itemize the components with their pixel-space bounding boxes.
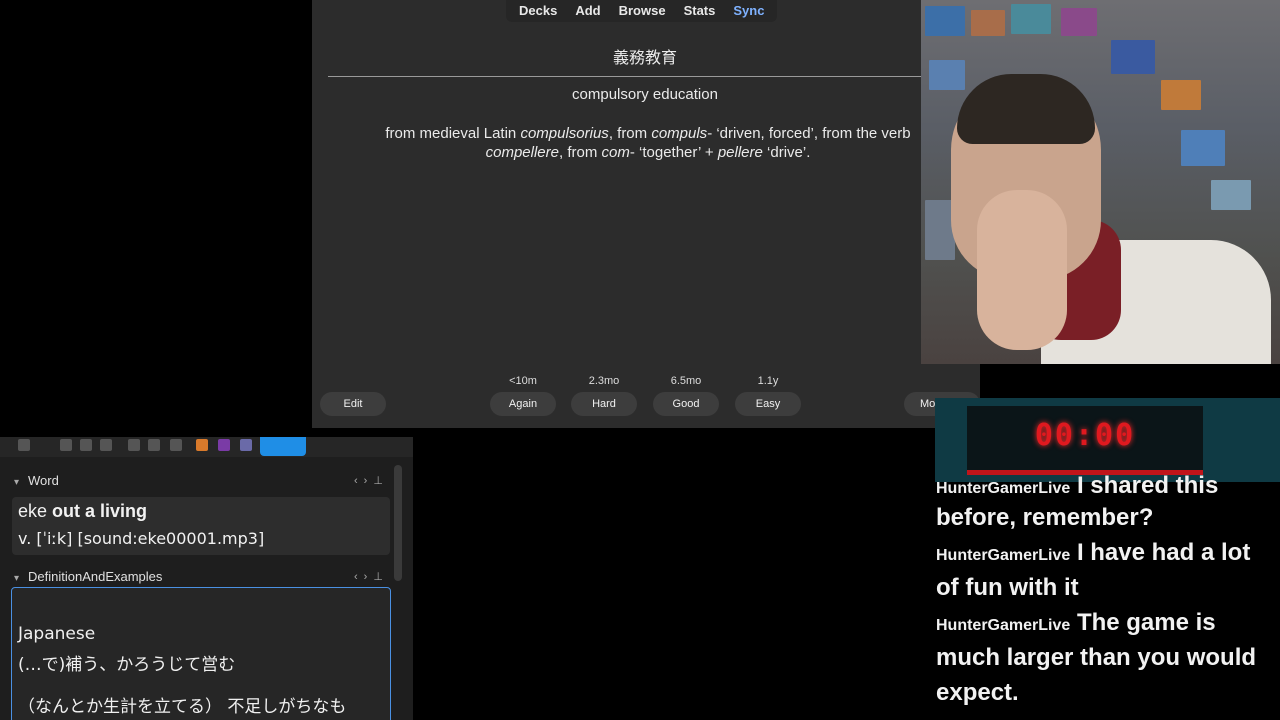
chat-line: HunterGamerLive I shared this — [936, 472, 1218, 500]
chat-text: I have had a lot — [1076, 539, 1251, 566]
etymology-part: compulsorius — [520, 125, 609, 142]
editor-toolbar — [0, 437, 413, 457]
card-divider — [328, 76, 922, 77]
easy-button[interactable]: Easy — [735, 392, 801, 416]
chat-line: expect. — [936, 679, 1019, 707]
again-interval: <10m — [509, 375, 537, 387]
chat-username: HunterGamerLive — [936, 547, 1071, 564]
easy-interval: 1.1y — [757, 375, 779, 387]
review-window: Decks Add Browse Stats Sync 義務教育 compuls… — [312, 0, 980, 428]
nav-stats[interactable]: Stats — [675, 0, 725, 22]
def-line-3: （なんとか生計を立てる） 不足しがちなも — [18, 697, 347, 717]
chat-text: expect. — [936, 679, 1019, 706]
word-plain-text: eke — [18, 501, 53, 521]
definition-field-tools[interactable]: ‹›⊥ — [354, 570, 389, 583]
nav-decks[interactable]: Decks — [510, 0, 566, 22]
numbered-list-icon[interactable] — [80, 439, 92, 451]
chat-username: HunterGamerLive — [936, 480, 1071, 497]
chat-line: HunterGamerLive The game is — [936, 609, 1216, 637]
timer-display: 00:00 — [967, 406, 1203, 475]
eraser-icon[interactable] — [18, 439, 30, 451]
word-bold-text: out a living — [52, 501, 148, 521]
etymology-part: compellere — [485, 144, 559, 161]
chat-text: of fun with it — [936, 574, 1079, 601]
chat-line: of fun with it — [936, 574, 1079, 602]
addon-purple-icon[interactable] — [218, 439, 230, 451]
chat-line: before, remember? — [936, 504, 1153, 532]
def-line-1: Japanese — [18, 624, 96, 644]
webcam-feed — [921, 0, 1280, 364]
bullet-list-icon[interactable] — [60, 439, 72, 451]
word-field-tools[interactable]: ‹›⊥ — [354, 474, 389, 487]
function-icon[interactable] — [170, 439, 182, 451]
addon-orange-icon[interactable] — [196, 439, 208, 451]
etymology-part: from medieval Latin — [385, 125, 521, 142]
chat-overlay: HunterGamerLive I shared this before, re… — [936, 470, 1280, 720]
nav-add[interactable]: Add — [566, 0, 609, 22]
etymology-part: com — [601, 144, 630, 161]
word-field-header[interactable]: ▾ Word — [14, 473, 59, 488]
card-front-text: 義務教育 — [612, 48, 677, 67]
etymology-part: - ‘driven, forced’, from the verb — [707, 125, 911, 142]
good-button[interactable]: Good — [653, 392, 719, 416]
person-hand — [977, 190, 1067, 350]
etymology-part: , from — [559, 144, 602, 161]
nav-browse[interactable]: Browse — [610, 0, 675, 22]
top-nav: Decks Add Browse Stats Sync — [506, 0, 778, 22]
active-toolbar-button[interactable] — [260, 437, 306, 456]
chat-text: much larger than you would — [936, 644, 1257, 671]
def-line-2: (…で)補う、かろうじて営む — [18, 655, 236, 675]
etymology-part: ‘drive’. — [762, 144, 811, 161]
chat-line: much larger than you would — [936, 644, 1256, 672]
note-editor: ▾ Word ‹›⊥ eke out a living v. [ˈiːk] [so… — [0, 437, 413, 720]
editor-scrollbar[interactable] — [394, 465, 402, 581]
microphone-icon[interactable] — [148, 439, 160, 451]
etymology-part: compuls — [651, 125, 708, 142]
chat-text: before, remember? — [936, 504, 1154, 531]
definition-field-input[interactable]: Japanese (…で)補う、かろうじて営む （なんとか生計を立てる） 不足し… — [11, 587, 391, 720]
again-button[interactable]: Again — [490, 392, 556, 416]
edit-button[interactable]: Edit — [320, 392, 386, 416]
chevron-down-icon[interactable]: ▾ — [14, 573, 28, 584]
word-field-input[interactable]: eke out a living v. [ˈiːk] [sound:eke000… — [12, 497, 390, 555]
timer-text: 00:00 — [1034, 418, 1136, 453]
word-line-1: eke out a living — [18, 501, 147, 522]
chat-text: I shared this — [1076, 472, 1219, 499]
word-field-label: Word — [28, 473, 59, 488]
card-back-text: compulsory education — [572, 86, 718, 103]
etymology-part: - ‘together’ + — [629, 144, 718, 161]
attach-icon[interactable] — [128, 439, 140, 451]
card-etymology: from medieval Latin compulsorius, from c… — [358, 124, 938, 162]
definition-field-header[interactable]: ▾ DefinitionAndExamples — [14, 569, 162, 584]
addon-grid-icon[interactable] — [240, 439, 252, 451]
chat-text: The game is — [1076, 609, 1216, 636]
chat-line: HunterGamerLive I have had a lot — [936, 539, 1250, 567]
hard-interval: 2.3mo — [588, 375, 620, 387]
chevron-down-icon[interactable]: ▾ — [14, 477, 28, 488]
etymology-part: , from — [608, 125, 652, 142]
etymology-part: pellere — [717, 144, 763, 161]
chat-username: HunterGamerLive — [936, 617, 1071, 634]
good-interval: 6.5mo — [670, 375, 702, 387]
align-icon[interactable] — [100, 439, 112, 451]
person-hair — [957, 74, 1095, 144]
definition-field-label: DefinitionAndExamples — [28, 569, 163, 584]
word-line-2: v. [ˈiːk] [sound:eke00001.mp3] — [18, 529, 265, 548]
nav-sync[interactable]: Sync — [724, 0, 773, 22]
hard-button[interactable]: Hard — [571, 392, 637, 416]
